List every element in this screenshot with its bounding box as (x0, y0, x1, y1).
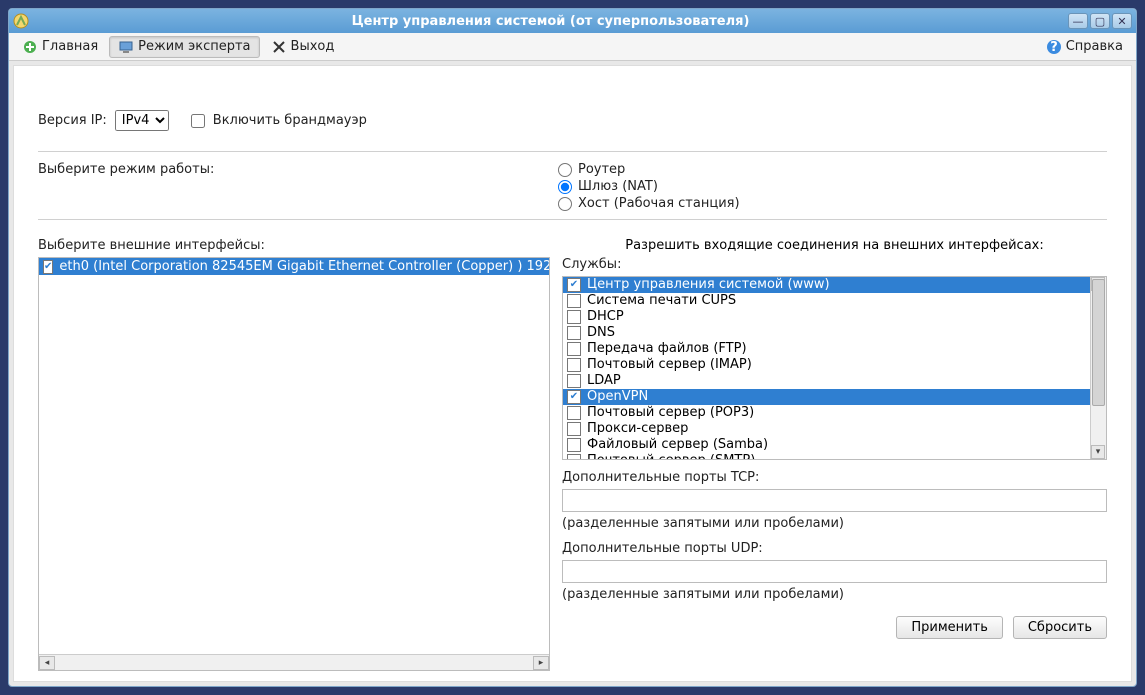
allow-incoming-title: Разрешить входящие соединения на внешних… (562, 238, 1107, 253)
service-item[interactable]: Прокси-сервер (563, 421, 1090, 437)
firewall-checkbox[interactable] (191, 114, 205, 128)
external-hscroll[interactable]: ◂ ▸ (39, 654, 549, 670)
services-list[interactable]: Центр управления системой (www)Система п… (562, 276, 1107, 460)
udp-ports-label: Дополнительные порты UDP: (562, 541, 1107, 556)
mode-gateway-radio[interactable] (558, 180, 572, 194)
maximize-button[interactable]: ▢ (1090, 13, 1110, 29)
vscroll-down-arrow[interactable]: ▾ (1091, 445, 1105, 459)
service-item[interactable]: Центр управления системой (www) (563, 277, 1090, 293)
service-checkbox[interactable] (567, 390, 581, 404)
expert-mode-button[interactable]: Режим эксперта (109, 36, 259, 58)
tcp-ports-label: Дополнительные порты TCP: (562, 470, 1107, 485)
service-item[interactable]: Почтовый сервер (IMAP) (563, 357, 1090, 373)
service-checkbox[interactable] (567, 294, 581, 308)
service-item[interactable]: Система печати CUPS (563, 293, 1090, 309)
interface-checkbox[interactable] (43, 260, 53, 274)
service-item[interactable]: Почтовый сервер (POP3) (563, 405, 1090, 421)
window-title: Центр управления системой (от суперпольз… (35, 14, 1066, 29)
ip-version-label: Версия IP: (38, 113, 107, 128)
content-area: Версия IP: IPv4 Включить брандмауэр Выбе… (13, 65, 1132, 682)
service-label: Центр управления системой (www) (587, 277, 830, 293)
separator-1 (38, 151, 1107, 152)
service-checkbox[interactable] (567, 326, 581, 340)
expert-label: Режим эксперта (138, 39, 250, 54)
hscroll-left-arrow[interactable]: ◂ (39, 656, 55, 670)
service-label: OpenVPN (587, 389, 648, 405)
exit-button[interactable]: Выход (262, 36, 344, 58)
service-item[interactable]: Передача файлов (FTP) (563, 341, 1090, 357)
help-label: Справка (1066, 39, 1123, 54)
close-button[interactable]: ✕ (1112, 13, 1132, 29)
udp-ports-hint: (разделенные запятыми или пробелами) (562, 587, 1107, 602)
service-checkbox[interactable] (567, 422, 581, 436)
service-label: Прокси-сервер (587, 421, 688, 437)
home-icon (22, 39, 38, 55)
mode-router-radio[interactable] (558, 163, 572, 177)
service-label: Почтовый сервер (POP3) (587, 405, 754, 421)
service-label: Почтовый сервер (IMAP) (587, 357, 752, 373)
service-checkbox[interactable] (567, 342, 581, 356)
minimize-button[interactable]: — (1068, 13, 1088, 29)
service-label: Система печати CUPS (587, 293, 736, 309)
reset-button[interactable]: Сбросить (1013, 616, 1107, 639)
exit-icon (271, 39, 287, 55)
separator-2 (38, 219, 1107, 220)
mode-label: Выберите режим работы: (38, 162, 214, 177)
external-interface-item[interactable]: eth0 (Intel Corporation 82545EM Gigabit … (39, 258, 549, 275)
ip-row: Версия IP: IPv4 Включить брандмауэр (38, 110, 1107, 131)
service-checkbox[interactable] (567, 454, 581, 459)
service-label: Файловый сервер (Samba) (587, 437, 768, 453)
hscroll-right-arrow[interactable]: ▸ (533, 656, 549, 670)
main-window: Центр управления системой (от суперпольз… (8, 8, 1137, 687)
home-label: Главная (42, 39, 98, 54)
app-icon (13, 13, 29, 29)
svg-text:?: ? (1050, 40, 1058, 55)
udp-ports-input[interactable] (562, 560, 1107, 583)
service-label: DHCP (587, 309, 624, 325)
service-checkbox[interactable] (567, 278, 581, 292)
mode-gateway-label[interactable]: Шлюз (NAT) (578, 179, 658, 194)
help-icon: ? (1046, 39, 1062, 55)
service-item[interactable]: Файловый сервер (Samba) (563, 437, 1090, 453)
service-checkbox[interactable] (567, 310, 581, 324)
home-button[interactable]: Главная (13, 36, 107, 58)
service-label: DNS (587, 325, 615, 341)
external-interfaces-label: Выберите внешние интерфейсы: (38, 238, 550, 253)
ip-version-select[interactable]: IPv4 (115, 110, 169, 131)
titlebar[interactable]: Центр управления системой (от суперпольз… (9, 9, 1136, 33)
tcp-ports-input[interactable] (562, 489, 1107, 512)
service-label: Передача файлов (FTP) (587, 341, 747, 357)
mode-router-label[interactable]: Роутер (578, 162, 625, 177)
service-item[interactable]: OpenVPN (563, 389, 1090, 405)
service-item[interactable]: LDAP (563, 373, 1090, 389)
service-item[interactable]: DNS (563, 325, 1090, 341)
service-label: Почтовый сервер (SMTP) (587, 453, 755, 459)
help-button[interactable]: ? Справка (1037, 36, 1132, 58)
service-item[interactable]: Почтовый сервер (SMTP) (563, 453, 1090, 459)
monitor-icon (118, 39, 134, 55)
service-item[interactable]: DHCP (563, 309, 1090, 325)
vscroll-thumb[interactable] (1092, 279, 1105, 406)
service-checkbox[interactable] (567, 358, 581, 372)
services-vscroll[interactable]: ▴ ▾ (1090, 277, 1106, 459)
toolbar: Главная Режим эксперта Выход ? Справка (9, 33, 1136, 61)
firewall-label[interactable]: Включить брандмауэр (213, 113, 367, 128)
apply-button[interactable]: Применить (896, 616, 1002, 639)
exit-label: Выход (291, 39, 335, 54)
tcp-ports-hint: (разделенные запятыми или пробелами) (562, 516, 1107, 531)
service-checkbox[interactable] (567, 374, 581, 388)
external-interfaces-list[interactable]: eth0 (Intel Corporation 82545EM Gigabit … (38, 257, 550, 671)
services-label: Службы: (562, 257, 1107, 272)
interface-label: eth0 (Intel Corporation 82545EM Gigabit … (59, 259, 549, 274)
service-checkbox[interactable] (567, 406, 581, 420)
mode-row: Выберите режим работы: Роутер Шлюз (NAT)… (38, 160, 1107, 213)
service-checkbox[interactable] (567, 438, 581, 452)
mode-host-label[interactable]: Хост (Рабочая станция) (578, 196, 740, 211)
service-label: LDAP (587, 373, 621, 389)
mode-host-radio[interactable] (558, 197, 572, 211)
